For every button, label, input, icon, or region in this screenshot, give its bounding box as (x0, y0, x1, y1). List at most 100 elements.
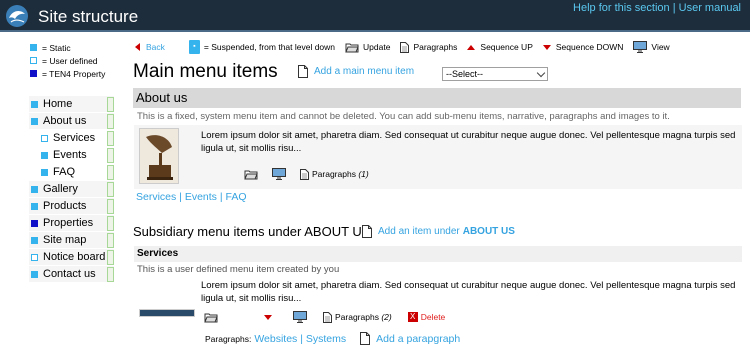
sidebar-item-bar (107, 199, 114, 214)
arrow-down-icon (264, 314, 272, 320)
add-paragraph-link[interactable]: Add a parapgraph (360, 332, 460, 345)
sidebar-item-about-us[interactable]: About us (29, 113, 114, 130)
sidebar-item-bar (107, 250, 114, 265)
view-button[interactable] (293, 311, 307, 323)
folder-icon (244, 170, 258, 179)
sidebar-item-site-map[interactable]: Site map (29, 232, 114, 249)
sub-link-events[interactable]: Events (185, 191, 217, 203)
about-us-heading: About us (133, 88, 741, 108)
sidebar-item-contact-us[interactable]: Contact us (29, 266, 114, 283)
monitor-icon (293, 311, 307, 323)
user-defined-square-icon (41, 134, 48, 142)
user-defined-square-icon (30, 57, 37, 64)
about-us-sub-links: Services | Events | FAQ (136, 191, 247, 203)
document-icon (362, 225, 372, 238)
paragraph-link-websites[interactable]: Websites (254, 333, 297, 345)
monitor-icon (633, 41, 648, 53)
help-links: Help for this section | User manual (573, 2, 741, 14)
static-square-icon (41, 168, 48, 176)
view-button[interactable] (272, 168, 286, 180)
sidebar-item-bar (107, 165, 114, 180)
legend-user-defined: = User defined (30, 54, 105, 67)
sidebar-item-services[interactable]: Services (29, 130, 114, 147)
add-sub-item-link[interactable]: Add an item under ABOUT US (362, 225, 515, 238)
document-icon (400, 41, 410, 53)
paragraphs-button[interactable]: Paragraphs (2) (323, 311, 392, 323)
static-square-icon (31, 270, 38, 278)
monitor-icon (272, 168, 286, 180)
services-actions: Paragraphs (2) X Delete (204, 311, 457, 323)
static-square-icon (31, 100, 38, 108)
static-square-icon (31, 236, 38, 244)
sidebar-item-faq[interactable]: FAQ (29, 164, 114, 181)
gramophone-image (140, 129, 178, 183)
paragraph-links: Websites | Systems (254, 332, 347, 345)
legend-property: = TEN4 Property (30, 67, 105, 80)
toolbar: Back ▪ = Suspended, from that level down … (135, 40, 680, 54)
sidebar-item-home[interactable]: Home (29, 96, 114, 113)
services-heading: Services (134, 246, 742, 262)
arrow-down-icon (542, 44, 551, 50)
update-button[interactable] (204, 312, 218, 323)
sidebar-item-bar (107, 216, 114, 231)
sidebar-item-bar (107, 267, 114, 282)
property-square-icon (31, 219, 38, 227)
about-us-note: This is a fixed, system menu item and ca… (137, 111, 670, 122)
update-button[interactable] (244, 169, 258, 180)
sequence-down-button[interactable] (264, 314, 277, 320)
menu-select-dropdown[interactable]: --Select-- (442, 67, 548, 81)
sidebar-item-bar (107, 182, 114, 197)
add-main-menu-item-link[interactable]: Add a main menu item (298, 65, 414, 78)
legend: = Static = User defined = TEN4 Property (30, 41, 105, 80)
static-square-icon (41, 151, 48, 159)
services-summary: Lorem ipsum dolor sit amet, pharetra dia… (201, 280, 736, 304)
static-square-icon (31, 117, 38, 125)
sidebar-item-products[interactable]: Products (29, 198, 114, 215)
sidebar-item-bar (107, 233, 114, 248)
paragraphs-button[interactable]: Paragraphs (400, 41, 457, 53)
static-square-icon (31, 185, 38, 193)
main-menu-title: Main menu items (133, 61, 278, 82)
delete-button[interactable]: X Delete (407, 312, 445, 322)
user-manual-link[interactable]: User manual (679, 2, 741, 14)
static-square-icon (31, 202, 38, 210)
sidebar-nav: Home About us Services Events FAQ Galler… (29, 96, 114, 283)
back-button[interactable]: Back (135, 42, 165, 52)
top-header: Site structure Help for this section | U… (0, 0, 750, 32)
about-us-summary: Lorem ipsum dolor sit amet, pharetra dia… (201, 130, 736, 154)
dolphin-logo-icon (6, 5, 28, 27)
document-icon (360, 332, 371, 345)
folder-icon (204, 313, 218, 322)
sidebar-item-gallery[interactable]: Gallery (29, 181, 114, 198)
delete-x-icon: X (407, 312, 418, 322)
document-icon (300, 168, 309, 180)
view-button[interactable]: View (633, 41, 670, 53)
sequence-down-button[interactable]: Sequence DOWN (542, 42, 623, 52)
sidebar-item-bar (107, 148, 114, 163)
property-square-icon (30, 70, 37, 77)
suspended-legend: ▪ = Suspended, from that level down (188, 40, 335, 54)
update-button[interactable]: Update (345, 42, 390, 53)
services-note: This is a user defined menu item created… (137, 264, 340, 275)
page-title: Site structure (38, 7, 139, 26)
sequence-up-button[interactable]: Sequence UP (467, 42, 533, 52)
sidebar-item-events[interactable]: Events (29, 147, 114, 164)
document-icon (298, 65, 308, 78)
sub-link-faq[interactable]: FAQ (226, 191, 247, 203)
sub-link-services[interactable]: Services (136, 191, 176, 203)
paragraphs-button[interactable]: Paragraphs (1) (300, 168, 369, 180)
paragraph-link-systems[interactable]: Systems (306, 333, 346, 345)
sidebar-item-properties[interactable]: Properties (29, 215, 114, 232)
document-icon (323, 311, 332, 323)
sidebar-item-bar (107, 97, 114, 112)
sidebar-item-bar (107, 114, 114, 129)
folder-icon (345, 43, 359, 52)
services-image (139, 309, 195, 317)
user-defined-square-icon (31, 253, 38, 261)
legend-static: = Static (30, 41, 105, 54)
sidebar-item-bar (107, 131, 114, 146)
arrow-up-icon (467, 44, 476, 50)
sidebar-item-notice-board[interactable]: Notice board (29, 249, 114, 266)
suspended-icon: ▪ (188, 40, 200, 54)
help-link[interactable]: Help for this section (573, 2, 670, 14)
